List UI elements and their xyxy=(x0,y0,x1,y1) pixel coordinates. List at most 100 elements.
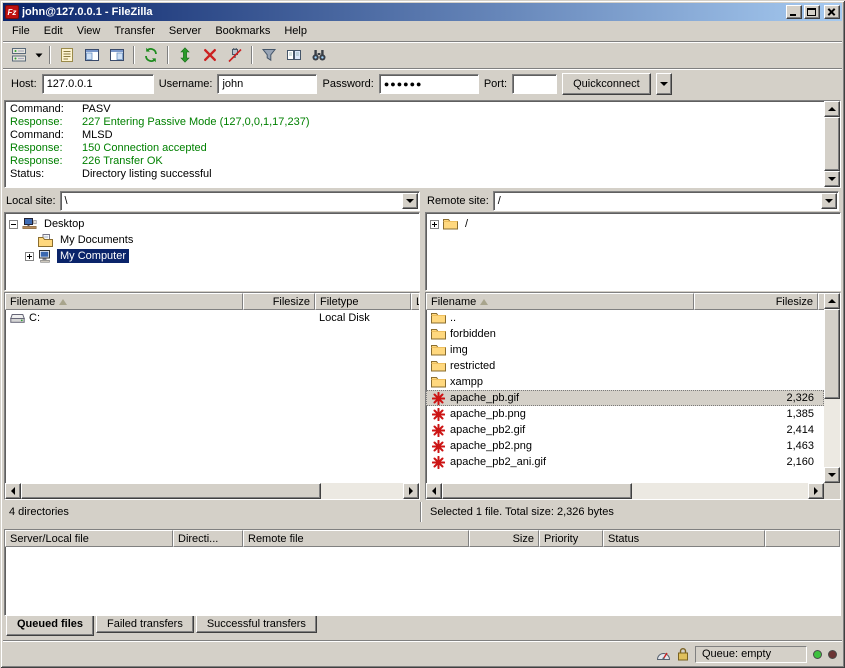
scroll-down-button[interactable] xyxy=(824,467,840,483)
remote-vscrollbar[interactable] xyxy=(824,293,840,483)
find-button[interactable] xyxy=(307,44,331,66)
filename-text: apache_pb.png xyxy=(450,408,526,420)
message-log: Command:PASVResponse:227 Entering Passiv… xyxy=(4,100,841,188)
filename-cell: apache_pb.png xyxy=(426,408,694,421)
tab-failed-transfers[interactable]: Failed transfers xyxy=(96,616,194,633)
menu-item-file[interactable]: File xyxy=(5,22,37,40)
remote-site-dropdown-button[interactable] xyxy=(821,193,837,209)
file-row-item[interactable]: .. xyxy=(426,310,824,326)
expander-plus-icon[interactable] xyxy=(25,252,34,261)
file-row-apache-pb-png[interactable]: apache_pb.png1,385 xyxy=(426,406,824,422)
quickconnect-button[interactable]: Quickconnect xyxy=(562,73,651,95)
column-header-remote-file[interactable]: Remote file xyxy=(243,530,469,547)
tree-item-desktop[interactable]: Desktop xyxy=(5,216,419,232)
file-row-apache-pb2-gif[interactable]: apache_pb2.gif2,414 xyxy=(426,422,824,438)
filezilla-window: Fz john@127.0.0.1 - FileZilla FileEditVi… xyxy=(0,0,845,668)
remote-site-combo[interactable]: / xyxy=(493,191,839,211)
scroll-left-button[interactable] xyxy=(426,483,442,499)
column-header-directi[interactable]: Directi... xyxy=(173,530,243,547)
expander-plus-icon[interactable] xyxy=(430,220,439,229)
scroll-left-button[interactable] xyxy=(5,483,21,499)
menu-item-view[interactable]: View xyxy=(70,22,108,40)
menu-item-help[interactable]: Help xyxy=(277,22,314,40)
column-header-server-local-file[interactable]: Server/Local file xyxy=(5,530,173,547)
log-scroll-up-button[interactable] xyxy=(824,101,840,117)
filename-text: apache_pb2.gif xyxy=(450,424,525,436)
quickconnect-dropdown-button[interactable] xyxy=(656,73,672,95)
scroll-right-button[interactable] xyxy=(808,483,824,499)
log-text: Directory listing successful xyxy=(82,168,212,180)
local-site-dropdown-button[interactable] xyxy=(402,193,418,209)
column-header-filesize[interactable]: Filesize xyxy=(694,293,818,310)
maximize-button[interactable] xyxy=(804,5,820,19)
column-header-status[interactable]: Status xyxy=(603,530,765,547)
tab-successful-transfers[interactable]: Successful transfers xyxy=(196,616,317,633)
tree-item-my-documents[interactable]: My Documents xyxy=(5,232,419,248)
filter-button[interactable] xyxy=(257,44,281,66)
tree-item-item[interactable]: / xyxy=(426,216,840,232)
find-icon xyxy=(311,47,327,63)
column-header-priority[interactable]: Priority xyxy=(539,530,603,547)
toggle-remote-tree-button[interactable] xyxy=(105,44,129,66)
filename-cell: C: xyxy=(5,312,243,324)
scroll-right-button[interactable] xyxy=(403,483,419,499)
image-file-icon xyxy=(430,424,446,437)
username-input[interactable] xyxy=(217,74,317,94)
file-row-img[interactable]: img xyxy=(426,342,824,358)
column-header-filename[interactable]: Filename xyxy=(5,293,243,310)
log-scrollbar[interactable] xyxy=(824,101,840,187)
menu-item-edit[interactable]: Edit xyxy=(37,22,70,40)
site-manager-dropdown-icon xyxy=(35,47,43,63)
disconnect-button[interactable] xyxy=(223,44,247,66)
minimize-icon xyxy=(790,14,796,16)
file-row-xampp[interactable]: xampp xyxy=(426,374,824,390)
local-status-text: 4 directories xyxy=(4,502,419,522)
minimize-button[interactable] xyxy=(786,5,802,19)
menu-item-bookmarks[interactable]: Bookmarks xyxy=(208,22,277,40)
port-input[interactable] xyxy=(512,74,557,94)
remote-site-label: Remote site: xyxy=(427,195,489,207)
column-header-size[interactable]: Size xyxy=(469,530,539,547)
encryption-icon[interactable] xyxy=(677,647,689,661)
column-header-filename[interactable]: Filename xyxy=(426,293,694,310)
log-scroll-thumb[interactable] xyxy=(824,117,840,171)
log-line: Status:Directory listing successful xyxy=(10,168,818,181)
file-row-apache-pb2-png[interactable]: apache_pb2.png1,463 xyxy=(426,438,824,454)
local-site-combo[interactable]: \ xyxy=(60,191,420,211)
menu-item-server[interactable]: Server xyxy=(162,22,208,40)
remote-hscrollbar[interactable] xyxy=(426,483,824,499)
compare-button[interactable] xyxy=(282,44,306,66)
column-header-filesize[interactable]: Filesize xyxy=(243,293,315,310)
local-hscrollbar[interactable] xyxy=(5,483,419,499)
refresh-button[interactable] xyxy=(139,44,163,66)
process-queue-button[interactable] xyxy=(173,44,197,66)
folder-icon xyxy=(430,312,446,324)
password-input[interactable] xyxy=(379,74,479,94)
site-manager-dropdown-button[interactable] xyxy=(32,44,45,66)
log-scroll-down-button[interactable] xyxy=(824,171,840,187)
filename-cell: xampp xyxy=(426,376,694,388)
file-row-apache-pb2-ani-gif[interactable]: apache_pb2_ani.gif2,160 xyxy=(426,454,824,470)
file-row-apache-pb-gif[interactable]: apache_pb.gif2,326 xyxy=(426,390,824,406)
scroll-up-button[interactable] xyxy=(824,293,840,309)
toggle-local-tree-button[interactable] xyxy=(80,44,104,66)
close-button[interactable] xyxy=(824,5,840,19)
scroll-thumb[interactable] xyxy=(442,483,632,499)
tree-item-my-computer[interactable]: My Computer xyxy=(5,248,419,264)
tab-queued-files[interactable]: Queued files xyxy=(6,616,94,636)
site-manager-button[interactable] xyxy=(7,44,31,66)
host-input[interactable] xyxy=(42,74,154,94)
expander-minus-icon[interactable] xyxy=(9,220,18,229)
menu-item-transfer[interactable]: Transfer xyxy=(107,22,162,40)
speed-limit-icon[interactable] xyxy=(656,648,671,661)
scroll-thumb[interactable] xyxy=(21,483,321,499)
scroll-thumb[interactable] xyxy=(824,309,840,399)
file-row-forbidden[interactable]: forbidden xyxy=(426,326,824,342)
cancel-button[interactable] xyxy=(198,44,222,66)
column-header-filetype[interactable]: Filetype xyxy=(315,293,411,310)
file-row-restricted[interactable]: restricted xyxy=(426,358,824,374)
file-row-c[interactable]: C:Local Disk xyxy=(5,310,419,326)
column-header-l[interactable]: L xyxy=(411,293,419,310)
toggle-log-button[interactable] xyxy=(55,44,79,66)
filename-text: restricted xyxy=(450,360,495,372)
